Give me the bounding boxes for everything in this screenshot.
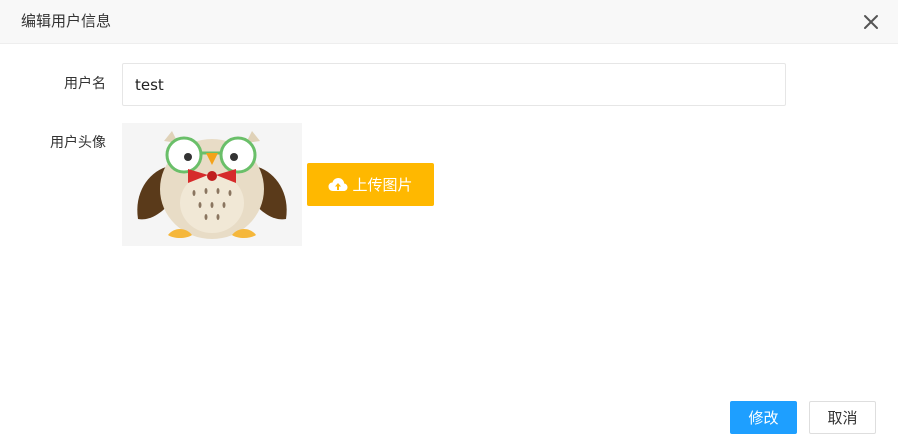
edit-user-dialog: 编辑用户信息 用户名 用户头像 <box>0 0 898 446</box>
username-input[interactable] <box>122 63 786 106</box>
close-icon[interactable] <box>860 11 882 33</box>
upload-button-label: 上传图片 <box>352 176 413 194</box>
submit-button[interactable]: 修改 <box>730 401 797 434</box>
dialog-titlebar: 编辑用户信息 <box>0 0 898 44</box>
cancel-button[interactable]: 取消 <box>809 401 876 434</box>
dialog-title: 编辑用户信息 <box>21 12 112 30</box>
cloud-upload-icon <box>328 177 348 193</box>
avatar-label: 用户头像 <box>50 135 106 151</box>
avatar-image <box>122 123 302 246</box>
upload-image-button[interactable]: 上传图片 <box>307 163 434 206</box>
username-label: 用户名 <box>64 76 106 92</box>
